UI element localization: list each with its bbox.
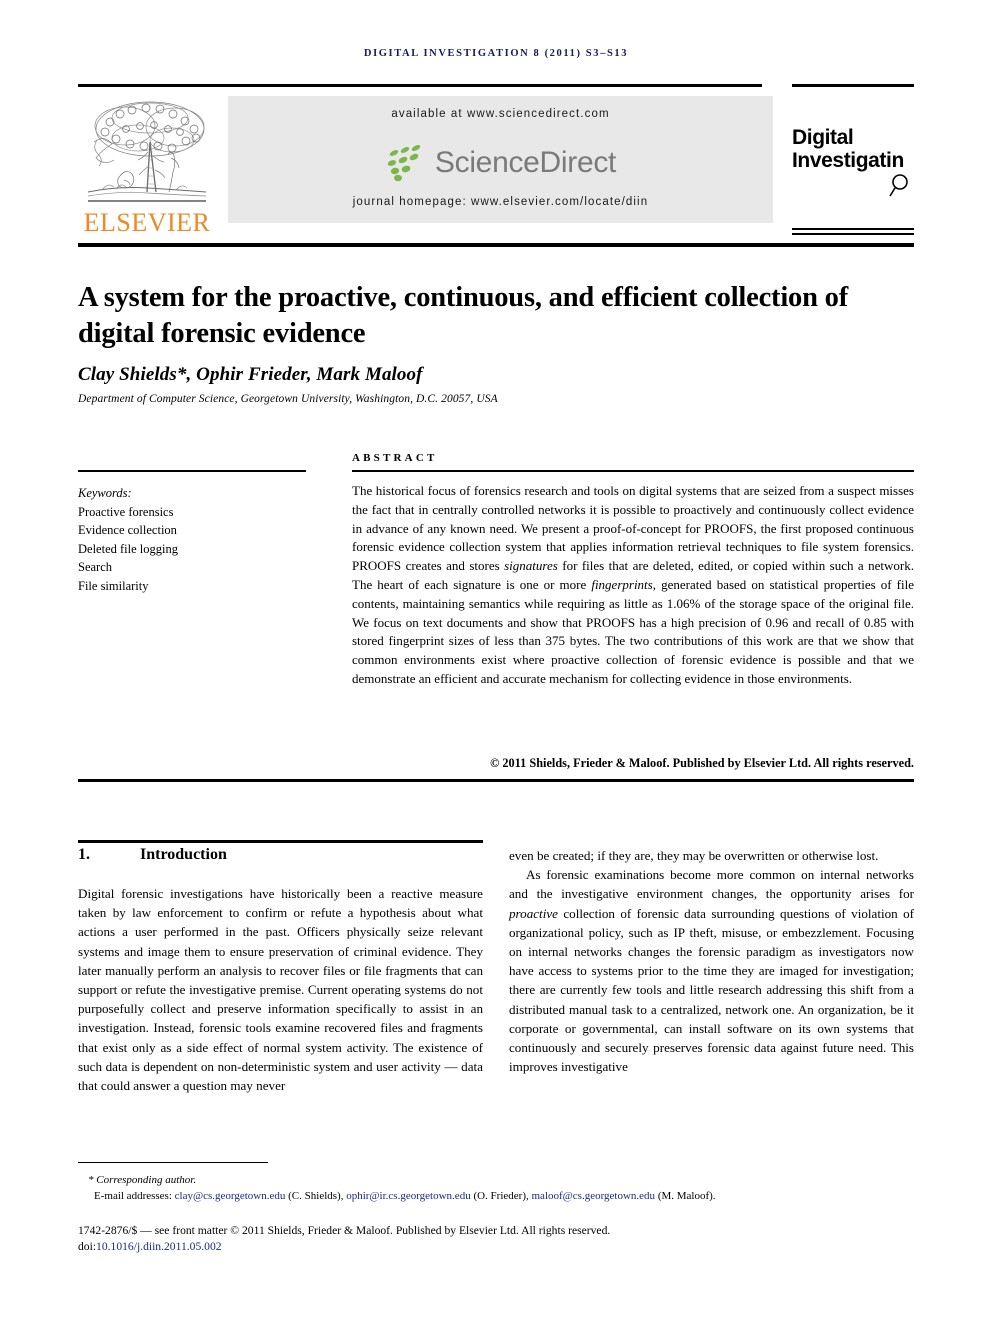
article-page: Digital Investigation 8 (2011) S3–S13 [0, 0, 992, 1323]
abstract-italic-fingerprints: fingerprints [591, 576, 653, 592]
header-rule-right [792, 84, 914, 87]
intro-p2-part-2: collection of forensic data surrounding … [509, 905, 914, 1075]
intro-paragraph-2: As forensic examinations become more com… [509, 865, 914, 1076]
keywords-rule [78, 470, 306, 472]
abstract-rule [352, 470, 914, 472]
affiliation: Department of Computer Science, Georgeto… [78, 393, 498, 405]
body-column-right: even be created; if they are, they may b… [509, 846, 914, 1076]
intro-paragraph-continued: even be created; if they are, they may b… [509, 848, 879, 863]
magnifying-glass-icon [889, 174, 908, 197]
email-link-frieder[interactable]: ophir@ir.cs.georgetown.edu [346, 1190, 471, 1202]
journal-homepage-text: journal homepage: www.elsevier.com/locat… [352, 196, 649, 208]
elsevier-wordmark: ELSEVIER [83, 208, 211, 237]
footnote-rule [78, 1162, 268, 1164]
email-attrib-frieder: (O. Frieder), [473, 1190, 529, 1203]
footnote-block: * Corresponding author. E-mail addresses… [78, 1172, 916, 1205]
journal-logo: Digital Investigatin [792, 126, 918, 198]
section-number: 1. [78, 846, 90, 863]
abstract-part-3: , generated based on statistical propert… [352, 576, 914, 686]
abstract-heading: Abstract [352, 452, 438, 464]
header-bottom-rule [78, 243, 914, 247]
email-label: E-mail addresses: [94, 1190, 172, 1203]
email-attrib-maloof: (M. Maloof). [657, 1190, 716, 1203]
email-addresses-line: E-mail addresses: clay@cs.georgetown.edu… [78, 1188, 916, 1204]
header-rule-left [78, 84, 762, 87]
email-link-maloof[interactable]: maloof@cs.georgetown.edu [532, 1190, 656, 1202]
elsevier-tree-icon [87, 101, 207, 202]
abstract-bottom-rule [78, 779, 914, 782]
journal-logo-line1: Digital [792, 126, 854, 149]
journal-logo-rule-lower [792, 233, 914, 235]
intro-italic-proactive: proactive [509, 905, 558, 921]
sciencedirect-banner: available at www.sciencedirect.com Scien… [228, 96, 773, 223]
keyword-item: Proactive forensics [78, 504, 174, 519]
abstract-italic-signatures: signatures [504, 558, 558, 574]
journal-logo-line2: Investigati [792, 149, 892, 172]
corresponding-author-note: * Corresponding author. [88, 1174, 197, 1186]
abstract-copyright: © 2011 Shields, Frieder & Maloof. Publis… [490, 756, 914, 770]
doi-line: doi:10.1016/j.diin.2011.05.002 [78, 1240, 222, 1253]
intro-paragraph-left: Digital forensic investigations have his… [78, 886, 483, 1094]
email-attrib-shields: (C. Shields), [288, 1190, 344, 1203]
sciencedirect-logo: ScienceDirect [228, 140, 773, 186]
journal-logo-line2-tail: n [891, 149, 904, 172]
page-title: A system for the proactive, continuous, … [78, 282, 849, 350]
sciencedirect-leaf-icon [387, 145, 421, 182]
elsevier-logo: ELSEVIER [80, 96, 214, 237]
author-list: Clay Shields*, Ophir Frieder, Mark Maloo… [78, 364, 918, 386]
intro-p2-part-1: As forensic examinations become more com… [509, 867, 914, 902]
running-head: Digital Investigation 8 (2011) S3–S13 [363, 48, 629, 59]
section-heading: 1. Introduction [78, 846, 483, 864]
doi-label: doi: [78, 1240, 97, 1253]
keyword-item: Evidence collection [78, 523, 177, 537]
abstract-text: The historical focus of forensics resear… [352, 482, 914, 689]
section-title: Introduction [140, 846, 227, 863]
doi-link[interactable]: 10.1016/j.diin.2011.05.002 [96, 1240, 222, 1253]
keyword-item: Deleted file logging [78, 541, 178, 556]
author-names: Clay Shields*, Ophir Frieder, Mark Maloo… [78, 364, 423, 385]
keyword-item: Search [78, 560, 113, 574]
journal-logo-rule-upper [792, 228, 914, 230]
sciencedirect-wordmark: ScienceDirect [434, 146, 617, 179]
journal-logo-line2-wrap: Investigatin [792, 149, 918, 197]
email-link-shields[interactable]: clay@cs.georgetown.edu [175, 1190, 286, 1202]
section-rule [78, 840, 483, 843]
available-at-text: available at www.sciencedirect.com [391, 108, 610, 120]
keyword-item: File similarity [78, 578, 149, 593]
body-column-left: Digital forensic investigations have his… [78, 884, 483, 1095]
front-matter-line: 1742-2876/$ — see front matter © 2011 Sh… [78, 1224, 611, 1237]
keywords-label: Keywords: [78, 486, 132, 500]
keywords-block: Keywords: Proactive forensics Evidence c… [78, 484, 308, 595]
